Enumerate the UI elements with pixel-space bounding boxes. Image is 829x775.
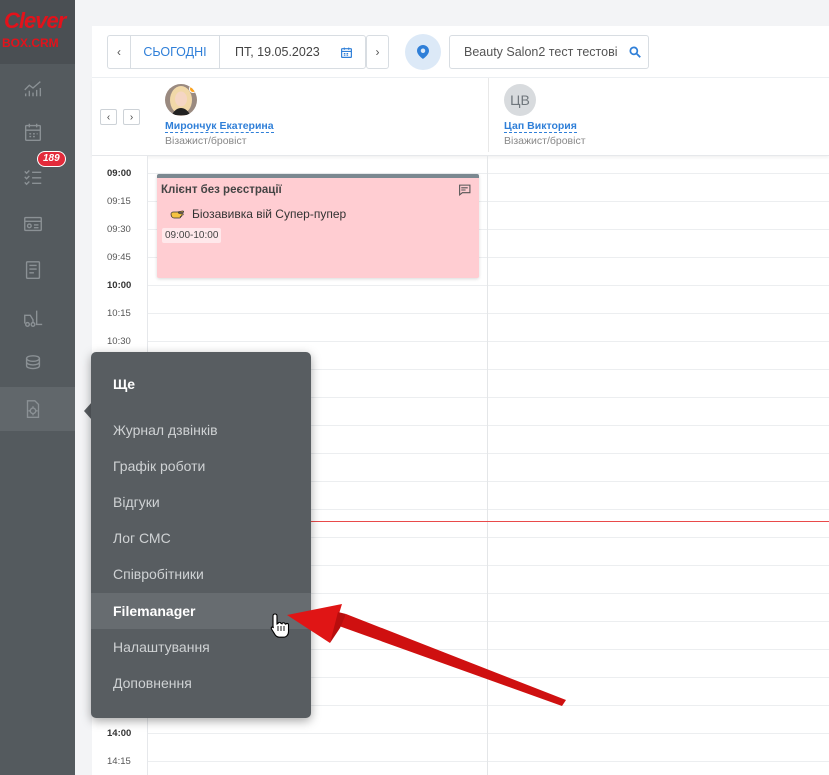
sidebar-item-tasks[interactable]: 189	[0, 151, 75, 198]
notebook-icon	[25, 261, 41, 279]
comment-icon[interactable]	[458, 184, 471, 196]
staff-role: Візажист/бровіст	[504, 135, 586, 147]
staff-name-link[interactable]: Мирончук Екатерина	[165, 120, 274, 133]
staff-column-header: Мирончук Екатерина Візажист/бровіст	[165, 84, 274, 147]
forklift-icon	[24, 310, 43, 327]
staff-initials: ЦВ	[510, 92, 530, 108]
calendar-toolbar: ‹ СЬОГОДНІ ПТ, 19.05.2023 › Beauty Salon…	[92, 26, 829, 78]
menu-item-employees[interactable]: Співробітники	[91, 556, 311, 592]
pointing-hand-icon	[170, 210, 184, 219]
menu-item-reviews[interactable]: Відгуки	[91, 484, 311, 520]
menu-item-work-schedule[interactable]: Графік роботи	[91, 448, 311, 484]
appointment-time: 09:00-10:00	[162, 228, 222, 243]
appointment-card[interactable]: Клієнт без реєстрації Біозавивка вій Суп…	[157, 174, 479, 278]
location-button[interactable]	[405, 34, 441, 70]
sidebar: Clever BOX.CRM 189	[0, 0, 75, 775]
calendar-icon	[341, 47, 352, 58]
time-label: 09:30	[107, 224, 131, 235]
time-label: 14:15	[107, 756, 131, 767]
brand-logo-line2: BOX.CRM	[2, 36, 59, 50]
appointment-client: Клієнт без реєстрації	[161, 184, 282, 196]
time-label: 10:00	[107, 280, 132, 291]
menu-item-filemanager[interactable]: Filemanager	[91, 593, 311, 629]
staff-avatar[interactable]: ЦВ	[504, 84, 536, 116]
staff-column-divider	[488, 78, 489, 152]
location-pin-icon	[417, 45, 429, 59]
slot-line	[148, 733, 829, 734]
brand-logo-line1: Clever	[4, 8, 66, 33]
more-menu: Ще Журнал дзвінків Графік роботи Відгуки…	[91, 352, 311, 718]
brand-logo[interactable]: Clever BOX.CRM	[0, 0, 75, 64]
top-strip	[75, 0, 829, 26]
time-label: 09:45	[107, 252, 131, 263]
sidebar-item-warehouse[interactable]	[0, 296, 75, 340]
sidebar-item-notebook[interactable]	[0, 248, 75, 292]
document-gear-icon	[26, 400, 40, 418]
menu-item-settings[interactable]: Налаштування	[91, 629, 311, 665]
slot-line	[148, 313, 829, 314]
menu-item-sms-log[interactable]: Лог СМС	[91, 520, 311, 556]
salon-search-input[interactable]: Beauty Salon2 тест тестові	[449, 35, 649, 69]
analytics-icon	[24, 81, 42, 97]
time-label: 10:15	[107, 308, 131, 319]
sidebar-item-more[interactable]	[0, 387, 75, 431]
sidebar-item-calendar[interactable]	[0, 110, 75, 154]
search-icon[interactable]	[628, 45, 642, 59]
today-button[interactable]: СЬОГОДНІ	[130, 35, 220, 69]
coins-icon	[25, 355, 41, 370]
menu-item-call-log[interactable]: Журнал дзвінків	[91, 412, 311, 448]
next-day-button[interactable]: ›	[366, 35, 389, 69]
staff-next-button[interactable]: ›	[123, 109, 140, 125]
slot-line	[148, 761, 829, 762]
staff-name-link[interactable]: Цап Виктория	[504, 120, 577, 133]
sidebar-item-analytics[interactable]	[0, 66, 75, 110]
sidebar-item-contacts[interactable]	[0, 202, 75, 246]
calendar-icon	[24, 123, 42, 141]
slot-line	[148, 285, 829, 286]
prev-day-button[interactable]: ‹	[107, 35, 131, 69]
menu-item-extensions[interactable]: Доповнення	[91, 665, 311, 701]
appointment-service: Біозавивка вій Супер-пупер	[170, 207, 346, 221]
staff-avatar[interactable]	[165, 84, 197, 116]
staff-role: Візажист/бровіст	[165, 135, 247, 147]
date-picker[interactable]: ПТ, 19.05.2023	[219, 35, 366, 69]
staff-header: ‹ › Мирончук Екатерина Візажист/бровіст …	[92, 78, 829, 156]
salon-search-value: Beauty Salon2 тест тестові	[464, 45, 618, 59]
contact-card-icon	[24, 216, 42, 232]
time-label: 10:30	[107, 336, 131, 347]
online-status-dot	[189, 85, 197, 93]
staff-column-header: ЦВ Цап Виктория Візажист/бровіст	[504, 84, 586, 147]
slot-line	[148, 341, 829, 342]
tasks-badge: 189	[37, 151, 66, 167]
time-label: 09:00	[107, 168, 132, 179]
task-list-icon	[24, 170, 42, 186]
appointment-service-name: Біозавивка вій Супер-пупер	[192, 207, 347, 221]
staff-prev-button[interactable]: ‹	[100, 109, 117, 125]
sidebar-item-finance[interactable]	[0, 342, 75, 386]
staff-column-divider	[487, 156, 488, 775]
date-value: ПТ, 19.05.2023	[235, 45, 320, 59]
time-label: 09:15	[107, 196, 131, 207]
menu-title: Ще	[113, 376, 136, 392]
time-label: 14:00	[107, 728, 132, 739]
